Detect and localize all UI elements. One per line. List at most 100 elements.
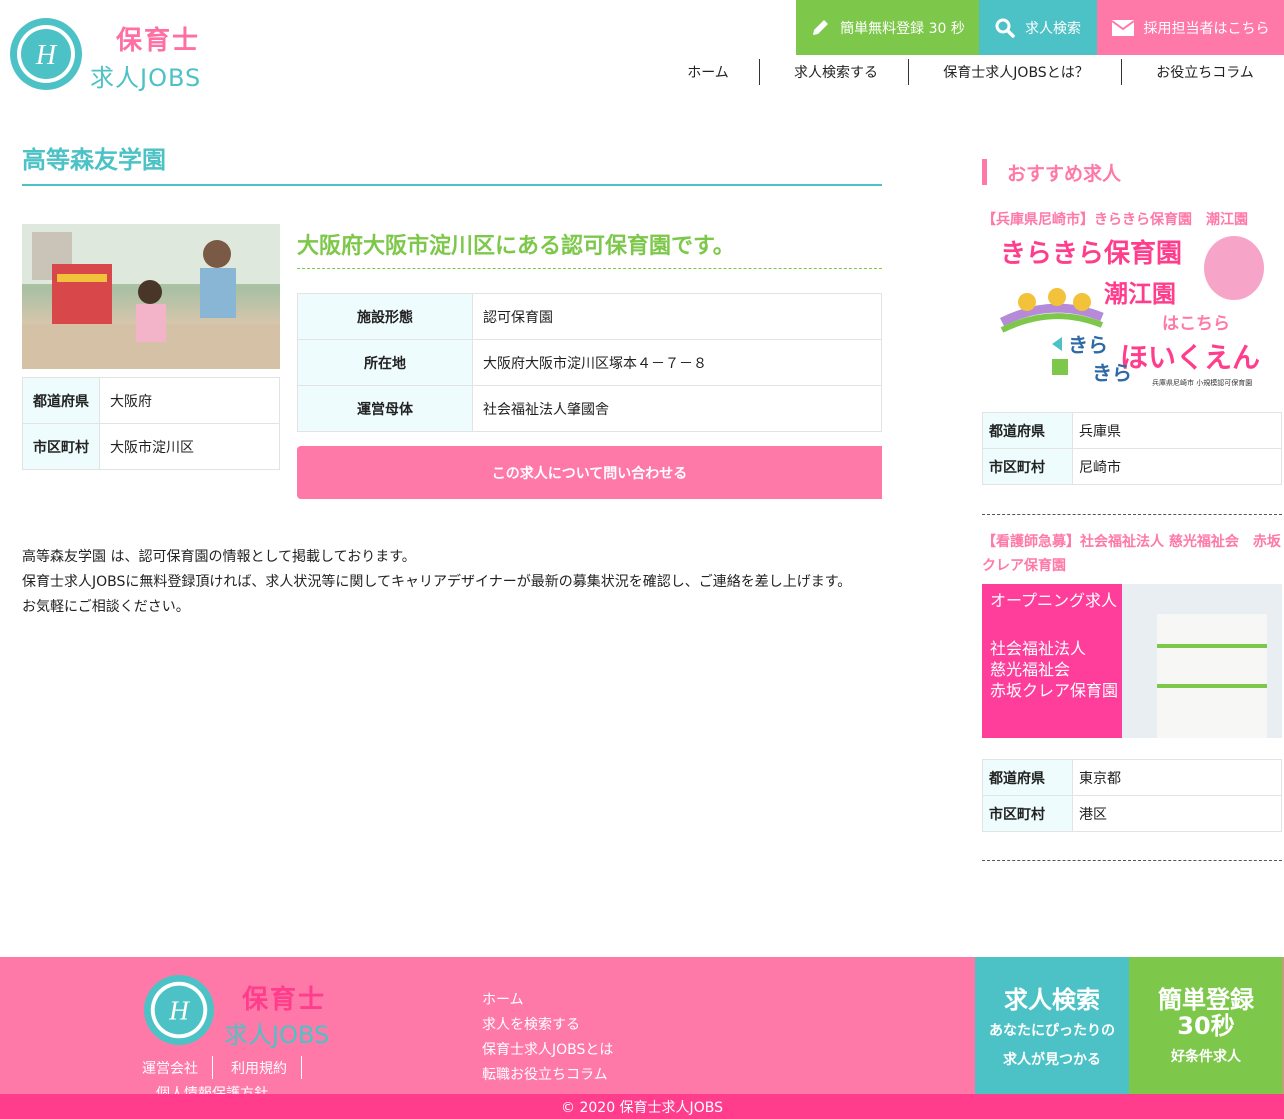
table-row: 市区町村 尼崎市 (982, 448, 1282, 485)
table-row: 都道府県 東京都 (982, 759, 1282, 796)
recruiter-contact-button[interactable]: 採用担当者はこちら (1097, 0, 1284, 55)
facility-type-value: 認可保育園 (472, 293, 882, 340)
register-button[interactable]: 簡単無料登録 30 秒 (796, 0, 979, 55)
city-label: 市区町村 (22, 423, 100, 470)
footer-divider (301, 1056, 302, 1079)
search-button-label: 求人検索 (1025, 20, 1081, 37)
footer-company-link[interactable]: 運営会社 (142, 1058, 198, 1078)
address-value: 大阪府大阪市淀川区塚本４－７－８ (472, 339, 882, 386)
footer-register-title: 30秒 (1177, 1012, 1235, 1040)
image-text: きらきら保育園 (1000, 238, 1182, 269)
copyright: © 2020 保育士求人JOBS (0, 1094, 1284, 1119)
city-value: 尼崎市 (1072, 448, 1282, 485)
footer-terms-link[interactable]: 利用規約 (231, 1058, 287, 1078)
footer-search-title: 求人検索 (1004, 986, 1100, 1014)
prefecture-label: 都道府県 (22, 377, 100, 424)
recommended-job-link[interactable]: 【看護師急募】社会福祉法人 慈光福祉会 赤坂クレア保育園 (982, 530, 1282, 578)
divider (982, 860, 1282, 861)
image-text: オープニング求人 (990, 591, 1117, 610)
footer-logo[interactable]: H 保育士 求人JOBS (142, 973, 352, 1049)
description-line: 保育士求人JOBSに無料登録頂ければ、求人状況等に関してキャリアデザイナーが最新… (22, 574, 852, 590)
table-row: 所在地 大阪府大阪市淀川区塚本４－７－８ (297, 339, 882, 386)
nav-divider (1121, 59, 1122, 85)
footer-register-button[interactable]: 簡単登録 30秒 好条件求人 (1129, 957, 1283, 1094)
image-text: 赤坂クレア保育園 (990, 681, 1118, 700)
image-text: 潮江園 (1104, 280, 1176, 308)
image-text: ほいくえん (1120, 341, 1260, 374)
facility-type-label: 施設形態 (297, 293, 473, 340)
image-text: 社会福祉法人 (990, 639, 1086, 658)
footer-register-title: 簡単登録 (1158, 986, 1254, 1014)
description-line: 高等森友学園 は、認可保育園の情報として掲載しております。 (22, 549, 416, 565)
image-text: きら (1068, 333, 1108, 357)
table-row: 都道府県 兵庫県 (982, 412, 1282, 449)
facility-info-table: 施設形態 認可保育園 所在地 大阪府大阪市淀川区塚本４－７－８ 運営母体 社会福… (297, 293, 882, 432)
footer-nav-home[interactable]: ホーム (482, 989, 524, 1009)
envelope-icon (1111, 19, 1134, 36)
inquire-job-button[interactable]: この求人について問い合わせる (297, 446, 882, 499)
recommended-job-link[interactable]: 【兵庫県尼崎市】きらきら保育園 潮江園 (982, 208, 1282, 232)
prefecture-label: 都道府県 (982, 412, 1073, 449)
table-row: 都道府県 大阪府 (22, 377, 280, 424)
register-button-label: 簡単無料登録 30 秒 (840, 20, 965, 37)
nav-divider (908, 59, 909, 85)
table-row: 施設形態 認可保育園 (297, 293, 882, 340)
city-value: 港区 (1072, 795, 1282, 832)
svg-text:H: H (168, 996, 190, 1026)
pencil-icon (813, 19, 829, 35)
job-description: 高等森友学園 は、認可保育園の情報として掲載しております。 保育士求人JOBSに… (22, 545, 882, 620)
footer-nav-about[interactable]: 保育士求人JOBSとは (482, 1039, 613, 1059)
image-text: きら (1092, 361, 1132, 385)
city-label: 市区町村 (982, 795, 1073, 832)
footer-logo-line1: 保育士 (242, 985, 327, 1015)
description-line: お気軽にご相談ください。 (22, 599, 190, 615)
recommended-job-table: 都道府県 兵庫県 市区町村 尼崎市 (982, 412, 1282, 485)
prefecture-label: 都道府県 (982, 759, 1073, 796)
recommended-job-image[interactable]: きらきら保育園 潮江園 はこちら きら ほいくえん きら 兵庫県尼崎市 小規模認… (982, 232, 1282, 390)
logo-title-line2: 求人JOBS (90, 64, 202, 92)
address-label: 所在地 (297, 339, 473, 386)
logo-emblem-icon: H (143, 974, 215, 1046)
nav-column[interactable]: お役立ちコラム (1128, 59, 1282, 85)
site-header: H 保育士 求人JOBS 簡単無料登録 30 秒 求人検索 採用担当者はこちら … (0, 0, 1284, 100)
table-row: 運営母体 社会福祉法人肇國舎 (297, 385, 882, 432)
footer-nav-search[interactable]: 求人を検索する (482, 1014, 580, 1034)
footer-register-sub: 好条件求人 (1171, 1049, 1241, 1065)
page-title: 高等森友学園 (22, 140, 882, 186)
nav-about[interactable]: 保育士求人JOBSとは？ (912, 59, 1120, 85)
nav-home[interactable]: ホーム (662, 59, 754, 85)
svg-text:H: H (35, 40, 58, 71)
nav-job-search[interactable]: 求人検索する (766, 59, 906, 85)
footer-divider (212, 1056, 213, 1079)
footer-search-sub: 求人が見つかる (1003, 1052, 1101, 1068)
operator-value: 社会福祉法人肇國舎 (472, 385, 882, 432)
site-logo[interactable]: H 保育士 求人JOBS (8, 16, 218, 94)
logo-emblem-icon: H (10, 18, 82, 90)
prefecture-value: 東京都 (1072, 759, 1282, 796)
prefecture-value: 大阪府 (99, 377, 280, 424)
facility-photo (22, 224, 280, 369)
job-heading: 大阪府大阪市淀川区にある認可保育園です。 (297, 228, 882, 269)
table-row: 市区町村 大阪市淀川区 (22, 423, 280, 470)
recommended-job-table: 都道府県 東京都 市区町村 港区 (982, 759, 1282, 832)
footer-job-search-button[interactable]: 求人検索 あなたにぴったりの 求人が見つかる (975, 957, 1129, 1094)
logo-title-line1: 保育士 (116, 26, 201, 56)
recommended-jobs-title: おすすめ求人 (982, 159, 1121, 185)
city-value: 大阪市淀川区 (99, 423, 280, 470)
location-summary-table: 都道府県 大阪府 市区町村 大阪市淀川区 (22, 377, 280, 470)
recommended-job-image[interactable]: オープニング求人 社会福祉法人 慈光福祉会 赤坂クレア保育園 (982, 584, 1282, 738)
image-caption: 兵庫県尼崎市 小規模認可保育園 (1152, 378, 1252, 387)
footer-nav-column[interactable]: 転職お役立ちコラム (482, 1064, 608, 1084)
nav-divider (759, 59, 760, 85)
prefecture-value: 兵庫県 (1072, 412, 1282, 449)
divider (982, 514, 1282, 515)
search-icon (995, 18, 1015, 38)
table-row: 市区町村 港区 (982, 795, 1282, 832)
image-text: はこちら (1162, 314, 1230, 334)
search-button[interactable]: 求人検索 (979, 0, 1097, 55)
image-text: 慈光福祉会 (990, 660, 1070, 679)
recruiter-contact-label: 採用担当者はこちら (1143, 20, 1270, 37)
footer-logo-line2: 求人JOBS (224, 1021, 330, 1049)
footer-search-sub: あなたにぴったりの (989, 1023, 1115, 1039)
operator-label: 運営母体 (297, 385, 473, 432)
